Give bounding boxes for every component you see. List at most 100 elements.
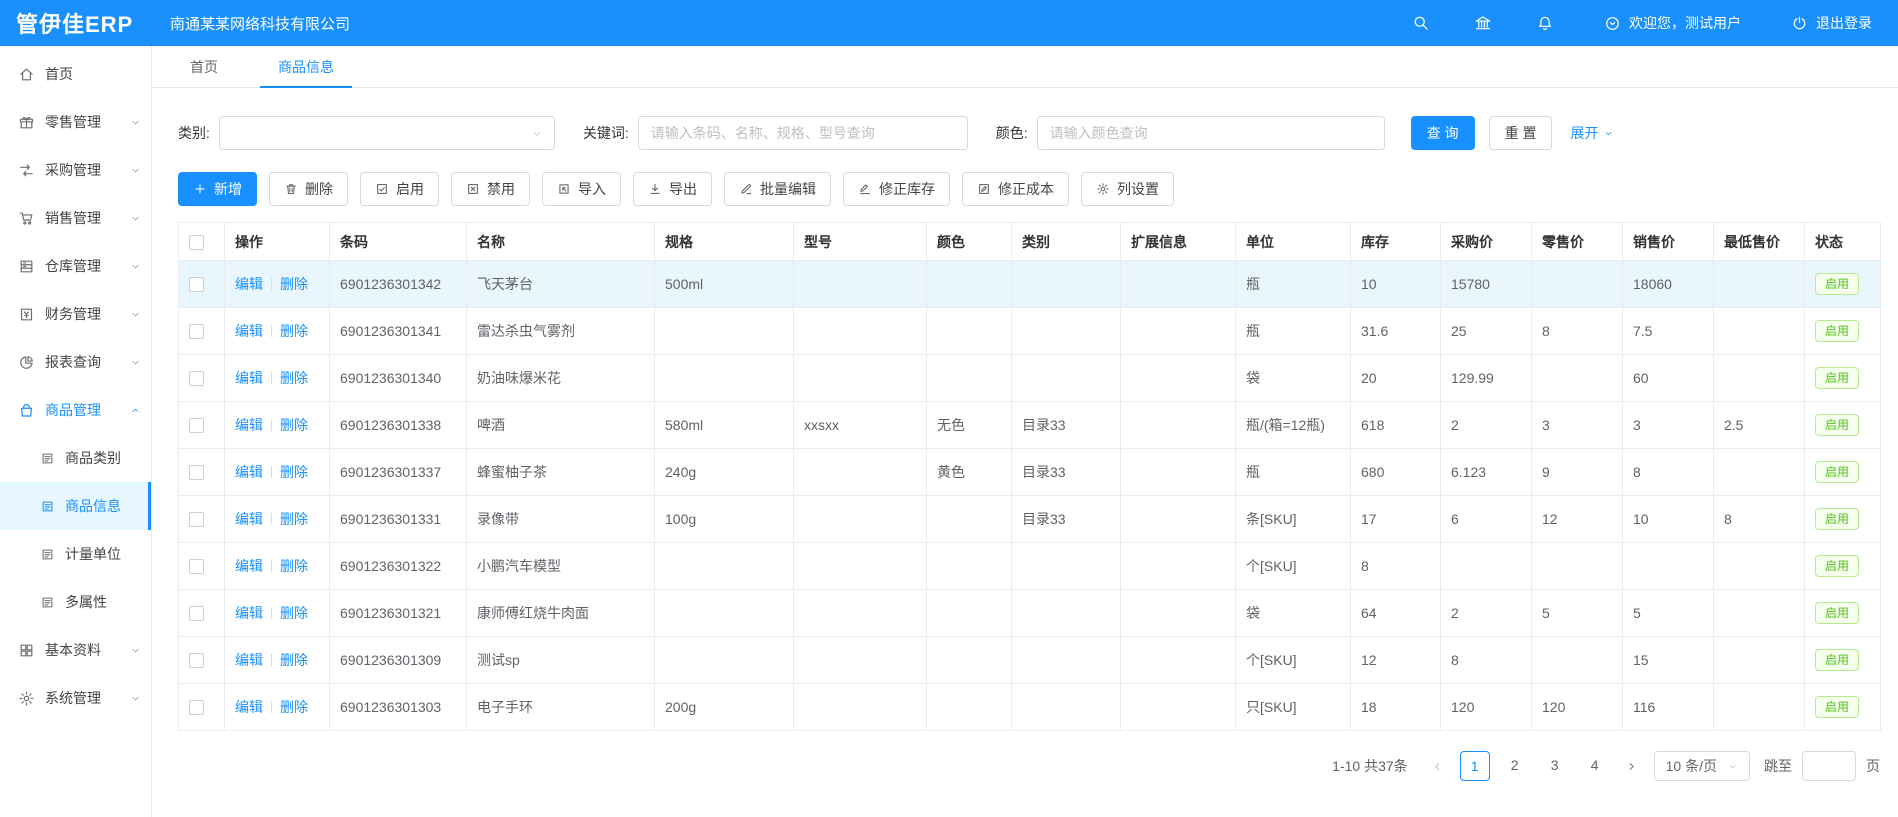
sidebar-item-warehouse[interactable]: 仓库管理 bbox=[0, 242, 151, 290]
keyword-input[interactable] bbox=[638, 116, 968, 150]
next-page-button[interactable] bbox=[1620, 751, 1644, 781]
toolbar-button-plus[interactable]: 新增 bbox=[178, 172, 257, 206]
toolbar-button-import[interactable]: 导入 bbox=[542, 172, 621, 206]
expand-link[interactable]: 展开 bbox=[1570, 123, 1614, 143]
status-badge: 启用 bbox=[1815, 649, 1859, 671]
page-button-1[interactable]: 1 bbox=[1460, 751, 1490, 781]
jump-page-input[interactable] bbox=[1802, 751, 1856, 781]
select-all-checkbox[interactable] bbox=[189, 235, 204, 250]
chevron-up-icon bbox=[130, 405, 141, 416]
delete-link[interactable]: 删除 bbox=[280, 511, 308, 527]
edit-link[interactable]: 编辑 bbox=[235, 699, 263, 715]
cell-min-price: 2.5 bbox=[1714, 402, 1805, 449]
delete-link[interactable]: 删除 bbox=[280, 464, 308, 480]
column-header: 颜色 bbox=[927, 223, 1012, 261]
filter-bar: 类别: 关键词: 颜色: 查 询 重 置 展开 bbox=[178, 116, 1880, 150]
bank-icon[interactable] bbox=[1474, 14, 1492, 32]
sidebar-item-icon bbox=[18, 642, 35, 659]
edit-link[interactable]: 编辑 bbox=[235, 558, 263, 574]
cell-unit: 只[SKU] bbox=[1236, 684, 1351, 731]
cell-stock: 680 bbox=[1351, 449, 1441, 496]
cell-spec bbox=[655, 590, 794, 637]
sidebar-item-home[interactable]: 首页 bbox=[0, 50, 151, 98]
cell-category: 目录33 bbox=[1012, 449, 1121, 496]
color-input[interactable] bbox=[1037, 116, 1385, 150]
sidebar-subitem[interactable]: 商品信息 bbox=[0, 482, 151, 530]
toolbar-button-icon bbox=[557, 182, 571, 196]
sidebar-subitem[interactable]: 商品类别 bbox=[0, 434, 151, 482]
welcome-user[interactable]: 欢迎您，测试用户 bbox=[1604, 13, 1741, 33]
cell-model bbox=[794, 543, 927, 590]
sidebar-item-purchase[interactable]: 采购管理 bbox=[0, 146, 151, 194]
sidebar-item-gear[interactable]: 系统管理 bbox=[0, 674, 151, 722]
row-checkbox[interactable] bbox=[189, 465, 204, 480]
link-divider bbox=[271, 560, 272, 572]
cell-spec bbox=[655, 308, 794, 355]
toolbar-button-icon bbox=[648, 182, 662, 196]
sidebar-item-icon bbox=[18, 354, 35, 371]
row-checkbox[interactable] bbox=[189, 606, 204, 621]
cell-name: 小鹏汽车模型 bbox=[467, 543, 655, 590]
toolbar-button-edit[interactable]: 批量编辑 bbox=[724, 172, 831, 206]
sidebar-subitem[interactable]: 计量单位 bbox=[0, 530, 151, 578]
edit-link[interactable]: 编辑 bbox=[235, 276, 263, 292]
delete-link[interactable]: 删除 bbox=[280, 558, 308, 574]
delete-link[interactable]: 删除 bbox=[280, 605, 308, 621]
search-button[interactable]: 查 询 bbox=[1411, 116, 1475, 150]
delete-link[interactable]: 删除 bbox=[280, 370, 308, 386]
search-icon[interactable] bbox=[1412, 14, 1430, 32]
row-checkbox[interactable] bbox=[189, 371, 204, 386]
category-select[interactable] bbox=[219, 116, 555, 150]
page-button-2[interactable]: 2 bbox=[1500, 751, 1530, 781]
page-size-select[interactable]: 10 条/页 bbox=[1654, 751, 1750, 781]
toolbar-button-label: 删除 bbox=[305, 179, 333, 199]
tab[interactable]: 商品信息 bbox=[270, 46, 342, 87]
sidebar-item-retail[interactable]: 零售管理 bbox=[0, 98, 151, 146]
delete-link[interactable]: 删除 bbox=[280, 652, 308, 668]
toolbar-button-export[interactable]: 导出 bbox=[633, 172, 712, 206]
toolbar-button-cost[interactable]: 修正成本 bbox=[962, 172, 1069, 206]
page-button-3[interactable]: 3 bbox=[1540, 751, 1570, 781]
toolbar-button-stock[interactable]: 修正库存 bbox=[843, 172, 950, 206]
row-checkbox[interactable] bbox=[189, 418, 204, 433]
row-checkbox[interactable] bbox=[189, 324, 204, 339]
delete-link[interactable]: 删除 bbox=[280, 323, 308, 339]
toolbar-button-x-square[interactable]: 禁用 bbox=[451, 172, 530, 206]
logout-button[interactable]: 退出登录 bbox=[1791, 13, 1872, 33]
cell-retail-price bbox=[1532, 355, 1623, 402]
delete-link[interactable]: 删除 bbox=[280, 417, 308, 433]
cell-retail-price: 5 bbox=[1532, 590, 1623, 637]
tab[interactable]: 首页 bbox=[182, 46, 226, 87]
delete-link[interactable]: 删除 bbox=[280, 276, 308, 292]
bell-icon[interactable] bbox=[1536, 14, 1554, 32]
sidebar-item-goods[interactable]: 商品管理 bbox=[0, 386, 151, 434]
edit-link[interactable]: 编辑 bbox=[235, 511, 263, 527]
reset-button[interactable]: 重 置 bbox=[1489, 116, 1553, 150]
row-checkbox[interactable] bbox=[189, 277, 204, 292]
sidebar-subitem[interactable]: 多属性 bbox=[0, 578, 151, 626]
prev-page-button[interactable] bbox=[1426, 751, 1450, 781]
cell-category bbox=[1012, 355, 1121, 402]
edit-link[interactable]: 编辑 bbox=[235, 464, 263, 480]
row-checkbox[interactable] bbox=[189, 653, 204, 668]
delete-link[interactable]: 删除 bbox=[280, 699, 308, 715]
row-checkbox[interactable] bbox=[189, 559, 204, 574]
row-checkbox[interactable] bbox=[189, 700, 204, 715]
toolbar-button-check-square[interactable]: 启用 bbox=[360, 172, 439, 206]
toolbar-button-gear[interactable]: 列设置 bbox=[1081, 172, 1174, 206]
edit-link[interactable]: 编辑 bbox=[235, 417, 263, 433]
link-divider bbox=[271, 701, 272, 713]
sidebar-item-finance[interactable]: 财务管理 bbox=[0, 290, 151, 338]
edit-link[interactable]: 编辑 bbox=[235, 370, 263, 386]
cell-ext-info bbox=[1121, 449, 1236, 496]
cell-retail-price: 9 bbox=[1532, 449, 1623, 496]
page-button-4[interactable]: 4 bbox=[1580, 751, 1610, 781]
sidebar-item-report[interactable]: 报表查询 bbox=[0, 338, 151, 386]
sidebar-item-basic[interactable]: 基本资料 bbox=[0, 626, 151, 674]
edit-link[interactable]: 编辑 bbox=[235, 323, 263, 339]
edit-link[interactable]: 编辑 bbox=[235, 605, 263, 621]
toolbar-button-trash[interactable]: 删除 bbox=[269, 172, 348, 206]
row-checkbox[interactable] bbox=[189, 512, 204, 527]
sidebar-item-sales[interactable]: 销售管理 bbox=[0, 194, 151, 242]
edit-link[interactable]: 编辑 bbox=[235, 652, 263, 668]
